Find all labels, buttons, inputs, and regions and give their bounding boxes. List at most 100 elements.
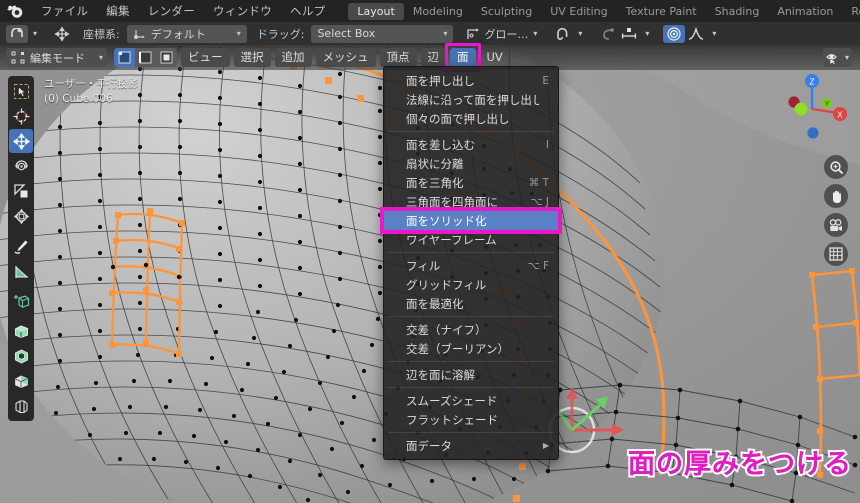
face-select-mode[interactable] bbox=[156, 48, 177, 67]
proportional-circle-icon bbox=[667, 26, 682, 41]
viewport-menu-select[interactable]: 選択 bbox=[233, 48, 271, 67]
viewport-header-right: ▾ bbox=[822, 48, 860, 67]
menu-item-face-data[interactable]: 面データ ▶ bbox=[384, 436, 558, 455]
mode-dropdown[interactable]: 編集モード ▾ bbox=[6, 48, 107, 67]
menu-item-poke-faces[interactable]: 扇状に分離 bbox=[384, 154, 558, 173]
viewport-menu-face[interactable]: 面 bbox=[450, 48, 476, 67]
transform-tool[interactable] bbox=[9, 204, 33, 228]
tab-texture-paint[interactable]: Texture Paint bbox=[617, 3, 706, 20]
menu-item-extrude-faces[interactable]: 面を押し出し E bbox=[384, 71, 558, 90]
proportional-toggle-button[interactable] bbox=[663, 24, 686, 43]
viewport-menu-vertex[interactable]: 頂点 bbox=[379, 48, 417, 67]
snap-group[interactable]: ▾ bbox=[6, 24, 42, 43]
pivot-dropdown-chevron[interactable]: ▾ bbox=[528, 25, 542, 43]
tab-animation[interactable]: Animation bbox=[768, 3, 842, 20]
pan-button[interactable] bbox=[824, 184, 848, 208]
vertex-select-mode[interactable] bbox=[114, 48, 135, 67]
tab-layout[interactable]: Layout bbox=[348, 2, 404, 20]
pivot-point-button[interactable] bbox=[462, 25, 484, 43]
zoom-button[interactable] bbox=[824, 155, 848, 179]
move-arrows-icon bbox=[12, 132, 30, 150]
menu-item-grid-fill[interactable]: グリッドフィル bbox=[384, 275, 558, 294]
mirror-button[interactable] bbox=[596, 25, 618, 43]
viewport-menu-uv[interactable]: UV bbox=[480, 48, 510, 67]
menu-window[interactable]: ウィンドウ bbox=[204, 0, 281, 22]
menu-item-label: 三角面を四角面に bbox=[406, 194, 498, 209]
annotate-tool[interactable] bbox=[9, 234, 33, 258]
menu-item-tris-to-quads[interactable]: 三角面を四角面に ⌥ J bbox=[384, 192, 558, 211]
mode-value: 編集モード bbox=[30, 51, 85, 65]
bevel-tool[interactable] bbox=[9, 369, 33, 393]
workspace-tabs: Layout Modeling Sculpting UV Editing Tex… bbox=[348, 0, 860, 22]
menu-item-label: 面を差し込む bbox=[406, 137, 475, 152]
tab-sculpting[interactable]: Sculpting bbox=[472, 3, 541, 20]
menu-item-dissolve-faces[interactable]: 辺を面に溶解 bbox=[384, 365, 558, 384]
transform-icon bbox=[13, 208, 29, 224]
viewport-info-line2: (0) Cube.006 bbox=[44, 93, 113, 105]
camera-button[interactable] bbox=[824, 213, 848, 237]
extrude-region-tool[interactable] bbox=[9, 319, 33, 343]
menu-item-triangulate-faces[interactable]: 面を三角化 ⌘ T bbox=[384, 173, 558, 192]
falloff-button[interactable] bbox=[685, 25, 707, 43]
menu-item-intersect-boolean[interactable]: 交差（ブーリアン） bbox=[384, 339, 558, 358]
edge-icon bbox=[139, 51, 152, 64]
menu-item-extrude-individual[interactable]: 個々の面で押し出し bbox=[384, 109, 558, 128]
viewport-nav-buttons[interactable] bbox=[824, 155, 848, 266]
menu-item-wireframe[interactable]: ワイヤーフレーム bbox=[384, 230, 558, 249]
menu-file[interactable]: ファイル bbox=[32, 0, 97, 22]
falloff-curve-icon bbox=[689, 27, 704, 40]
mirror-chevron[interactable]: ▾ bbox=[640, 25, 654, 43]
toolbar[interactable] bbox=[8, 76, 34, 421]
snap-dropdown-chevron[interactable]: ▾ bbox=[28, 25, 42, 43]
tweak-tool[interactable] bbox=[9, 79, 33, 103]
loop-cut-tool[interactable] bbox=[9, 394, 33, 418]
navigation-gizmo[interactable]: Z X Y bbox=[776, 73, 848, 145]
menu-help[interactable]: ヘルプ bbox=[281, 0, 334, 22]
mirror-axis-button[interactable] bbox=[618, 25, 640, 43]
drag-action-dropdown[interactable]: Select Box ▾ bbox=[311, 24, 454, 43]
ruler-icon bbox=[14, 265, 28, 278]
viewport-menu-add[interactable]: 追加 bbox=[274, 48, 312, 67]
menu-item-solidify-faces[interactable]: 面をソリッド化 bbox=[384, 211, 558, 230]
cursor-tool[interactable] bbox=[9, 104, 33, 128]
menu-separator bbox=[388, 252, 554, 253]
edge-select-mode[interactable] bbox=[135, 48, 156, 67]
inset-faces-tool[interactable] bbox=[9, 344, 33, 368]
menu-item-inset-faces[interactable]: 面を差し込む I bbox=[384, 135, 558, 154]
menu-item-extrude-along-normals[interactable]: 法線に沿って面を押し出し bbox=[384, 90, 558, 109]
measure-tool[interactable] bbox=[9, 259, 33, 283]
snap-magnet-button[interactable] bbox=[6, 24, 28, 43]
falloff-chevron[interactable]: ▾ bbox=[707, 25, 721, 43]
tab-rendering[interactable]: Rendering bbox=[842, 3, 860, 20]
toggle-ortho-button[interactable] bbox=[824, 242, 848, 266]
viewport-menu-mesh[interactable]: メッシュ bbox=[315, 48, 376, 67]
menu-item-fill[interactable]: フィル ⌥ F bbox=[384, 256, 558, 275]
blender-logo-icon[interactable] bbox=[6, 3, 24, 19]
proportional-edit-button[interactable] bbox=[51, 25, 73, 43]
scale-tool[interactable] bbox=[9, 179, 33, 203]
rotate-tool[interactable] bbox=[9, 154, 33, 178]
pivot-point-value[interactable]: グロー… bbox=[484, 26, 528, 42]
menu-item-intersect-knife[interactable]: 交差（ナイフ） bbox=[384, 320, 558, 339]
viewport-menu-edge[interactable]: 辺 bbox=[420, 48, 446, 67]
tab-uv-editing[interactable]: UV Editing bbox=[541, 3, 616, 20]
menu-item-shade-smooth[interactable]: スムーズシェード bbox=[384, 391, 558, 410]
move-tool[interactable] bbox=[9, 129, 33, 153]
add-cube-tool[interactable] bbox=[9, 289, 33, 313]
tab-modeling[interactable]: Modeling bbox=[404, 3, 472, 20]
tab-shading[interactable]: Shading bbox=[706, 3, 769, 20]
transform-orientation-dropdown[interactable]: デフォルト ▾ bbox=[126, 24, 247, 43]
viewport-menu-face-wrapper: 面 bbox=[445, 43, 481, 72]
snap-toggle-button[interactable] bbox=[551, 25, 573, 43]
viewport-info: ユーザー・平行投影 (0) Cube.006 bbox=[44, 77, 138, 107]
menu-item-beautify-faces[interactable]: 面を最適化 bbox=[384, 294, 558, 313]
face-menu-dropdown[interactable]: 面を押し出し E 法線に沿って面を押し出し 個々の面で押し出し 面を差し込む I… bbox=[380, 66, 562, 460]
visibility-dropdown[interactable]: ▾ bbox=[822, 48, 852, 67]
snap-toggle-chevron[interactable]: ▾ bbox=[573, 25, 587, 43]
viewport-menu-view[interactable]: ビュー bbox=[181, 48, 230, 67]
menu-item-shade-flat[interactable]: フラットシェード bbox=[384, 410, 558, 429]
menu-edit[interactable]: 編集 bbox=[97, 0, 139, 22]
menu-item-label: 面を最適化 bbox=[406, 296, 464, 311]
submenu-arrow-icon: ▶ bbox=[542, 441, 549, 450]
menu-render[interactable]: レンダー bbox=[139, 0, 204, 22]
